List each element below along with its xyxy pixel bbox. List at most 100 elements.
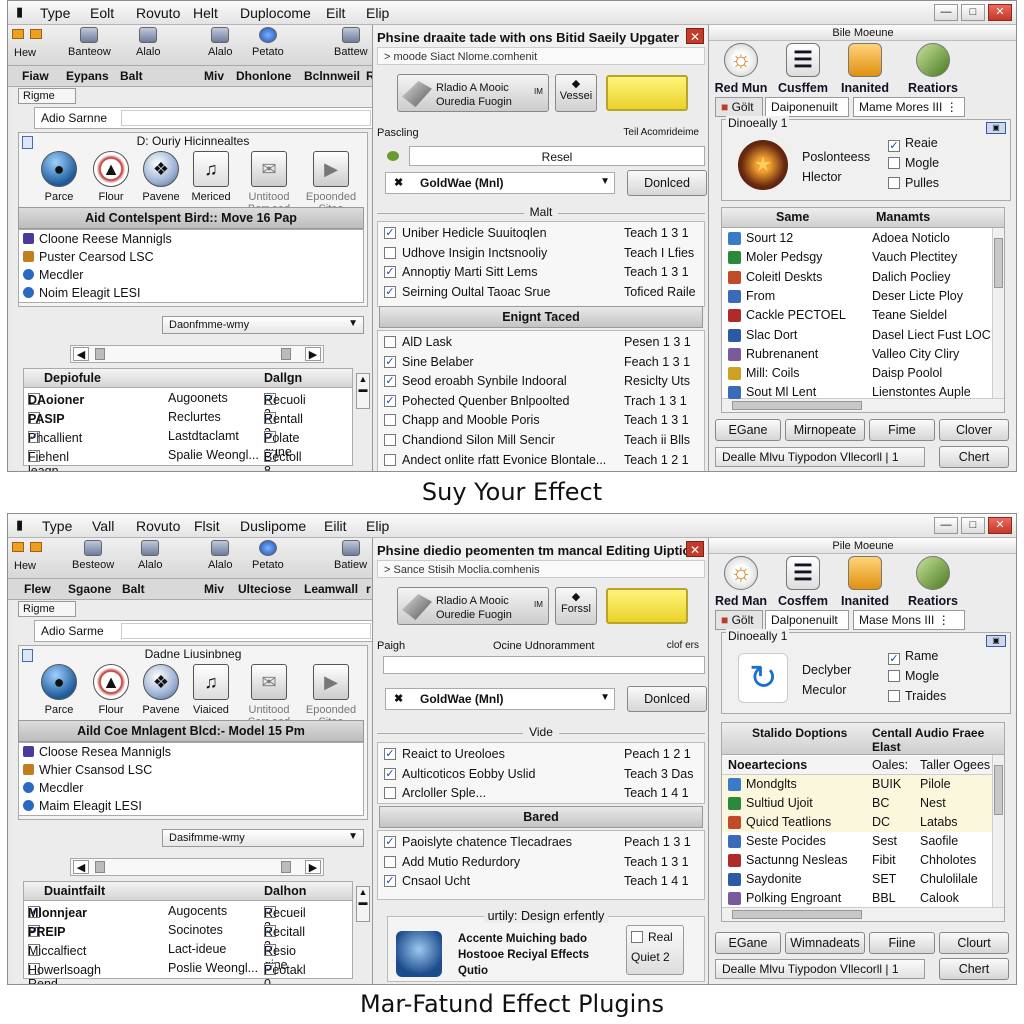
menu-item[interactable]: Elip — [366, 518, 389, 534]
grid-vscroll[interactable] — [992, 228, 1004, 398]
list-item[interactable]: Maim Eleagit LESI — [23, 799, 142, 817]
toolbar-new[interactable]: Hew — [14, 47, 36, 59]
option-item[interactable]: ✓ Seod eroabh Synbile Indooral Resiclty Ut… — [384, 373, 702, 391]
tab[interactable]: Dhonlone — [236, 69, 291, 83]
toolbar-new[interactable]: Hew — [14, 560, 36, 572]
tab[interactable]: Sgaone — [68, 582, 111, 596]
toolbar-battew[interactable]: Battew — [334, 27, 368, 58]
menu-item[interactable]: Eilt — [326, 5, 345, 21]
check-icon[interactable]: ✓ — [384, 875, 396, 888]
tab[interactable]: ■ Gölt — [715, 610, 763, 630]
fime-button[interactable]: Fime — [869, 419, 935, 441]
arrow-left-icon[interactable]: ◀ — [73, 347, 89, 361]
table-scrollbar[interactable]: ▲ ▬ — [356, 886, 370, 922]
donlced-button[interactable]: Donlced — [627, 170, 707, 196]
scroll-thumb[interactable] — [95, 348, 105, 360]
option-item[interactable]: ✓ Paoislyte chatence Tlecadraes Peach 1 3 … — [384, 834, 702, 852]
egane-button[interactable]: EGane — [715, 932, 781, 954]
menu-item[interactable]: Flsit — [194, 518, 220, 534]
list-item[interactable]: Cloose Resea Mannigls — [23, 745, 171, 763]
table-row[interactable]: ✓MlonnjearAugocents✓Recueil 2 — [24, 902, 352, 934]
checkbox-box[interactable] — [384, 246, 396, 259]
tab[interactable]: Leamwall — [304, 582, 358, 596]
checkbox-box[interactable] — [384, 453, 396, 466]
close-icon[interactable]: ✕ — [686, 541, 704, 557]
real-toggle[interactable]: Real Quiet 2 — [626, 925, 684, 975]
list-item[interactable]: Cloone Reese Mannigls — [23, 232, 172, 250]
grid-row[interactable]: Seste Pocides Sest Saofile — [722, 832, 992, 851]
effect-epoonded[interactable]: ▶Epoonded Sitee — [303, 664, 359, 728]
clourt-button[interactable]: Clourt — [939, 932, 1009, 954]
tool-cusffem[interactable]: ☰ Cusffem — [771, 43, 835, 95]
toolbar-batiew[interactable]: Batiew — [334, 540, 367, 571]
check-icon[interactable]: ✓ — [384, 375, 396, 388]
toolbar-audio-2[interactable]: Alalo — [208, 27, 232, 58]
tab[interactable]: Mame Mores III ⋮ — [853, 97, 965, 117]
grid-row[interactable]: Saydonite SET Chulolilale — [722, 870, 992, 889]
tool-cosffem[interactable]: ☰ Cosffem — [771, 556, 835, 608]
grid-row[interactable]: Polking Engroant BBL Calook — [722, 889, 992, 908]
option-item[interactable]: ✓ Annoptiy Marti Sitt Lems Teach 1 3 1 — [384, 264, 702, 282]
grid-row[interactable]: Sactunng Nesleas Fibit Chholotes — [722, 851, 992, 870]
grid-row[interactable]: Sultiud Ujoit BC Nest — [722, 794, 992, 813]
tab[interactable]: ■ Gölt — [715, 97, 763, 117]
minimize-icon[interactable]: — — [934, 517, 958, 534]
tab[interactable]: Fiaw — [22, 69, 49, 83]
option-item[interactable]: ✓ Cnsaol Ucht Teach 1 4 1 — [384, 873, 702, 891]
close-icon[interactable]: ✕ — [988, 517, 1012, 534]
filter-checkbox[interactable]: Mogle — [888, 156, 939, 170]
search-input[interactable] — [121, 623, 371, 639]
tab[interactable]: Miv — [204, 582, 224, 596]
effect-pavene[interactable]: ❖ Pavene — [133, 664, 189, 716]
check-icon[interactable]: ✓ — [384, 748, 396, 760]
grid-row[interactable]: Rubrenanent Valleo City Cliry — [722, 345, 992, 364]
list-item[interactable]: Whier Csansod LSC — [23, 763, 152, 781]
table-row[interactable]: DAoionerAugoonets✓Recuoli 2 — [24, 389, 352, 421]
option-item[interactable]: ✓ Reaict to Ureoloes Peach 1 2 1 — [384, 746, 702, 764]
effect-flour[interactable]: ▲ Flour — [83, 151, 139, 203]
option-item[interactable]: Andect onlite rfatt Evonice Blontale... T… — [384, 452, 702, 470]
effect-pavene[interactable]: ❖ Pavene — [133, 151, 189, 203]
menu-item[interactable]: Eilit — [324, 518, 347, 534]
tool-red-mun[interactable]: ☼ Red Mun — [709, 43, 773, 95]
table-scrollbar[interactable]: ▲ ▬ — [356, 373, 370, 409]
menu-item[interactable]: Duplocome — [240, 5, 311, 21]
option-item[interactable]: ✓ Seirning Oultal Taoac Srue Toficed Raile — [384, 284, 702, 302]
table-row[interactable]: MiccalfiectLact-ideue✓Resio gine — [24, 940, 352, 972]
check-icon[interactable]: ✓ — [384, 767, 396, 780]
tab[interactable]: Flew — [24, 582, 51, 596]
check-icon[interactable]: ✓ — [384, 227, 396, 239]
wimnadeats-button[interactable]: Wimnadeats — [785, 932, 865, 954]
arrow-left-icon[interactable]: ◀ — [73, 860, 89, 874]
mirnopeate-button[interactable]: Mirnopeate — [785, 419, 865, 441]
horizontal-scroller[interactable]: ◀ ▶ — [70, 858, 324, 876]
effect-parce[interactable]: ● Parce — [31, 151, 87, 203]
tool-reatiors[interactable]: Reatiors — [901, 43, 965, 95]
effect-mericed[interactable]: ♫ Mericed — [183, 151, 239, 203]
close-icon[interactable]: ✕ — [988, 4, 1012, 21]
grid-row[interactable]: Mill: Coils Daisp Poolol — [722, 364, 992, 383]
option-item[interactable]: AlD Lask Pesen 1 3 1 — [384, 334, 702, 352]
table-row[interactable]: ✓PREIPSocinotes✓Recitall 2 — [24, 921, 352, 953]
effect-viaiced[interactable]: ♫ Viaiced — [183, 664, 239, 716]
tab[interactable]: Eypans — [66, 69, 109, 83]
toolbar-audio[interactable]: Alalo — [138, 540, 162, 571]
toggle-icon[interactable]: ▣ — [986, 122, 1006, 134]
menu-item[interactable]: Type — [42, 518, 72, 534]
tab[interactable]: Bclnnweil — [304, 69, 360, 83]
option-item[interactable]: ✓ Uniber Hedicle Suuitoqlen Teach 1 3 1 — [384, 225, 702, 243]
option-item[interactable]: Arcloller Sple... Teach 1 4 1 — [384, 785, 702, 803]
grid-row[interactable]: Cackle PECTOEL Teane Sieldel — [722, 306, 992, 325]
filter-checkbox[interactable]: ✓ Rame — [888, 649, 938, 665]
plugin-card[interactable]: Rladio A Mooic Ouredia Fuogin IM — [397, 74, 549, 112]
tool-inanited[interactable]: Inanited — [833, 43, 897, 95]
table-row[interactable]: Fiehenl leagn RerrdSpalie Weongl...✓Bect… — [24, 446, 352, 471]
text-input[interactable] — [383, 656, 705, 674]
toolbar-browse[interactable]: Banteow — [68, 27, 111, 58]
list-item[interactable]: Mecdler — [23, 781, 83, 799]
option-item[interactable]: Udhove Insigin Inctsnooliy Teach I Lfies — [384, 245, 702, 263]
filter-checkbox[interactable]: Mogle — [888, 669, 939, 683]
fiine-button[interactable]: Fiine — [869, 932, 935, 954]
menu-item[interactable]: Type — [40, 5, 70, 21]
preset-dropdown[interactable]: Daonfmme-wmy ▼ — [162, 316, 364, 334]
